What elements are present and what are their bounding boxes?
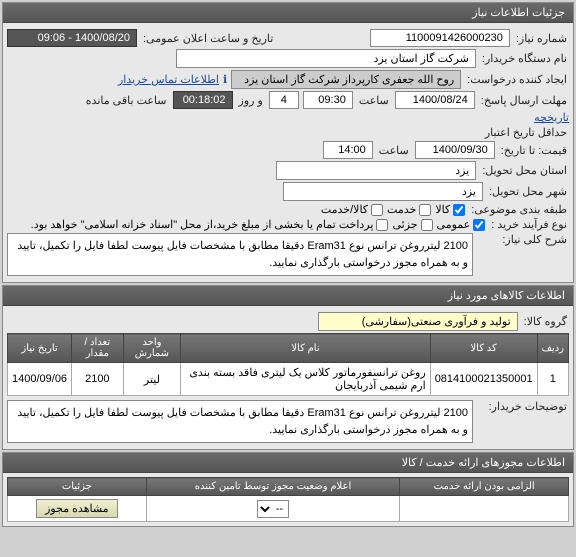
min-label: حداقل تاریخ اعتبار <box>483 126 569 139</box>
desc-label: شرح کلی نیاز: <box>479 233 569 246</box>
lic-th-1: اعلام وضعیت مجوز توسط تامین کننده <box>146 478 400 496</box>
cat-both-check[interactable]: کالا/خدمت <box>321 203 383 216</box>
requester-label: ایجاد کننده درخواست: <box>465 73 569 86</box>
contact-link[interactable]: اطلاعات تماس خریدار <box>118 73 219 86</box>
req-no-label: شماره نیاز: <box>514 32 569 45</box>
cell-date: 1400/09/06 <box>8 363 72 396</box>
buyer-field: شرکت گاز استان یزد <box>176 49 476 68</box>
license-panel: اطلاعات مجوزهای ارائه خدمت / کالا الزامی… <box>2 452 574 527</box>
main-panel: جزئیات اطلاعات نیاز شماره نیاز: 11000914… <box>2 2 574 283</box>
req-no-field: 1100091426000230 <box>370 29 510 47</box>
price-label: قیمت: تا تاریخ: <box>499 144 569 157</box>
cat-goods-check[interactable]: کالا <box>435 203 465 216</box>
goods-table: ردیف کد کالا نام کالا واحد شمارش تعداد /… <box>7 333 569 396</box>
cell-name: روغن ترانسفورماتور کلاس یک لیتری فاقد بس… <box>181 363 430 396</box>
table-row[interactable]: 1 0814100021350001 روغن ترانسفورماتور کل… <box>8 363 569 396</box>
license-panel-header: اطلاعات مجوزهای ارائه خدمت / کالا <box>3 453 573 473</box>
th-idx: ردیف <box>537 334 568 363</box>
city-label: شهر محل تحویل: <box>487 185 569 198</box>
lic-status-select[interactable]: -- <box>257 500 289 518</box>
lic-th-0: الزامی بودن ارائه خدمت <box>400 478 569 496</box>
price-date-field: 1400/09/30 <box>415 141 495 159</box>
group-field: تولید و فرآوری صنعتی(سفارشی) <box>318 312 518 331</box>
remaining-field: 00:18:02 <box>173 91 233 109</box>
cell-code: 0814100021350001 <box>430 363 537 396</box>
lic-mandatory-cell <box>400 496 569 522</box>
day-label: و روز <box>237 94 265 107</box>
buyer-notes-box: 2100 لیترروغن ترانس نوع Eram31 دقیقا مطا… <box>7 400 473 443</box>
group-label: گروه کالا: <box>522 315 569 328</box>
th-name: نام کالا <box>181 334 430 363</box>
cat-service-check[interactable]: خدمت <box>387 203 431 216</box>
price-time-field: 14:00 <box>323 141 373 159</box>
deadline-time-field: 09:30 <box>303 91 353 109</box>
day-value-field: 4 <box>269 91 299 109</box>
cell-unit: لیتر <box>123 363 181 396</box>
cell-qty: 2100 <box>72 363 124 396</box>
city-field: یزد <box>283 182 483 201</box>
view-license-button[interactable]: مشاهده مجوز <box>36 499 117 518</box>
category-label: طبقه بندی موضوعی: <box>469 203 569 216</box>
buyer-notes-label: توضیحات خریدار: <box>479 400 569 413</box>
purchase-label: نوع فرآیند خرید : <box>489 218 569 231</box>
deadline-date-field: 1400/08/24 <box>395 91 475 109</box>
lic-detail-cell: مشاهده مجوز <box>8 496 147 522</box>
license-table: الزامی بودن ارائه خدمت اعلام وضعیت مجوز … <box>7 477 569 522</box>
pay-note-check[interactable]: پرداخت تمام یا بخشی از مبلغ خرید،از محل … <box>31 218 389 231</box>
history-link[interactable]: تاریخچه <box>534 111 569 124</box>
purchase-public-check[interactable]: عمومی <box>437 218 486 231</box>
desc-box: 2100 لیترروغن ترانس نوع Eram31 دقیقا مطا… <box>7 233 473 276</box>
goods-panel-header: اطلاعات کالاهای مورد نیاز <box>3 286 573 306</box>
deadline-time-label: ساعت <box>357 94 391 107</box>
price-time-label: ساعت <box>377 144 411 157</box>
remaining-label: ساعت باقی مانده <box>84 94 169 107</box>
info-icon: ℹ <box>223 73 227 86</box>
th-unit: واحد شمارش <box>123 334 181 363</box>
announce-label: تاریخ و ساعت اعلان عمومی: <box>141 32 275 45</box>
state-label: استان محل تحویل: <box>480 164 569 177</box>
deadline-label: مهلت ارسال پاسخ: <box>479 94 569 107</box>
lic-th-2: جزئیات <box>8 478 147 496</box>
lic-status-cell: -- <box>146 496 400 522</box>
state-field: یزد <box>276 161 476 180</box>
announce-field: 1400/08/20 - 09:06 <box>7 29 137 47</box>
th-qty: تعداد / مقدار <box>72 334 124 363</box>
requester-field: روح الله جعفری کارپرداز شرکت گاز استان ی… <box>231 70 461 89</box>
th-date: تاریخ نیاز <box>8 334 72 363</box>
license-row: -- مشاهده مجوز <box>8 496 569 522</box>
buyer-label: نام دستگاه خریدار: <box>480 52 569 65</box>
th-code: کد کالا <box>430 334 537 363</box>
goods-panel: اطلاعات کالاهای مورد نیاز گروه کالا: تول… <box>2 285 574 450</box>
main-panel-header: جزئیات اطلاعات نیاز <box>3 3 573 23</box>
purchase-partial-check[interactable]: جزئی <box>392 218 432 231</box>
cell-idx: 1 <box>537 363 568 396</box>
